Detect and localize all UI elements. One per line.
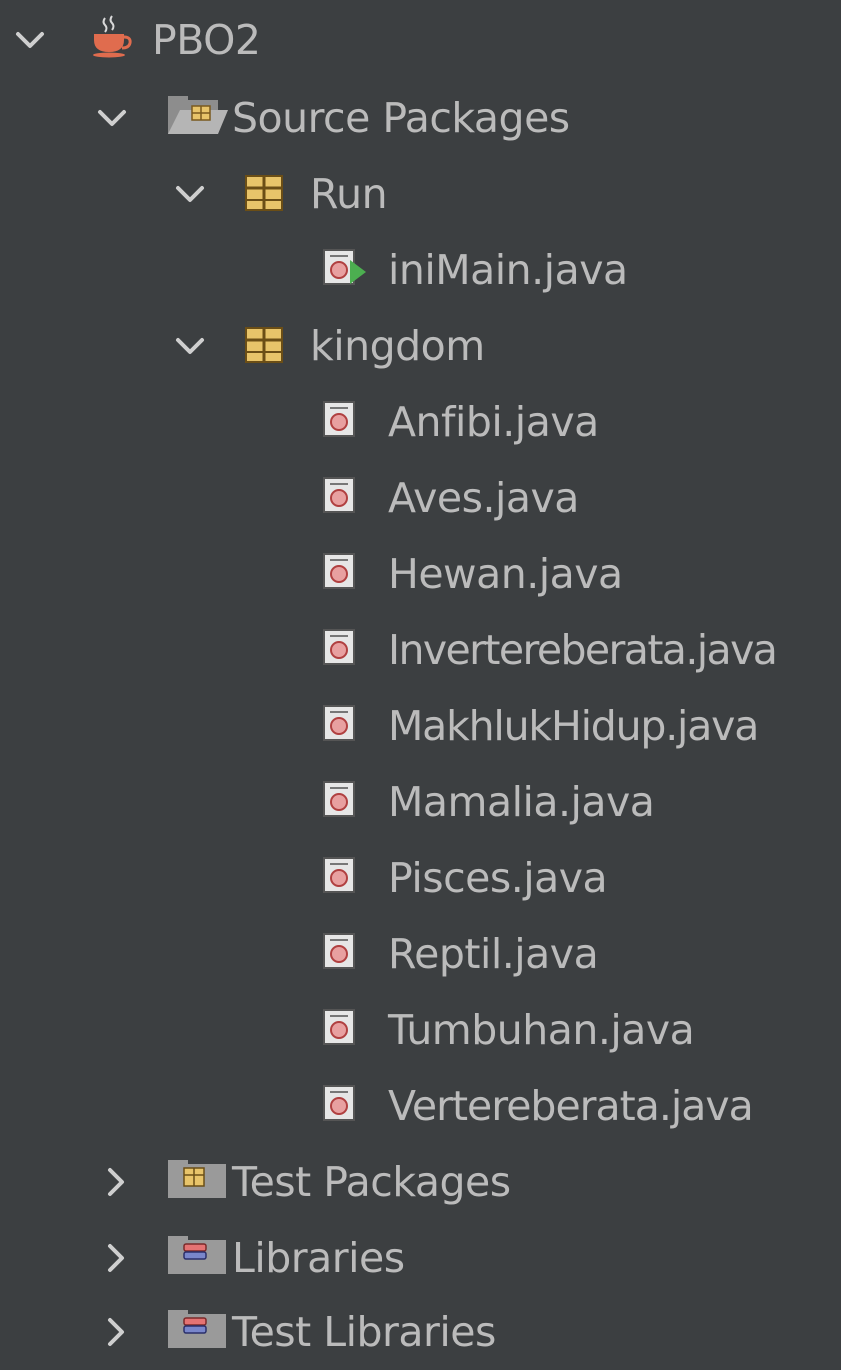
tree-node-file[interactable]: Tumbuhan.java bbox=[0, 992, 841, 1068]
java-class-file-icon bbox=[323, 1085, 355, 1121]
file-label: Aves.java bbox=[388, 474, 579, 522]
tree-node-file[interactable]: MakhlukHidup.java bbox=[0, 688, 841, 764]
file-label: Anfibi.java bbox=[388, 398, 599, 446]
java-class-file-icon bbox=[323, 553, 355, 589]
tree-node-package-run[interactable]: Run bbox=[0, 156, 841, 232]
tree-node-test-libraries[interactable]: Test Libraries bbox=[0, 1294, 841, 1370]
project-name: PBO2 bbox=[152, 16, 261, 64]
file-label: Tumbuhan.java bbox=[388, 1006, 695, 1054]
test-packages-folder-icon bbox=[168, 1160, 226, 1198]
java-class-file-icon bbox=[323, 401, 355, 437]
tree-node-file[interactable]: Hewan.java bbox=[0, 536, 841, 612]
java-class-file-icon bbox=[323, 1009, 355, 1045]
source-packages-folder-icon bbox=[168, 96, 228, 134]
java-coffee-cup-icon bbox=[93, 15, 132, 58]
package-icon bbox=[245, 175, 283, 211]
tree-node-file[interactable]: Reptil.java bbox=[0, 916, 841, 992]
package-icon bbox=[245, 327, 283, 363]
libraries-folder-icon bbox=[168, 1236, 226, 1274]
java-main-class-icon bbox=[323, 249, 366, 285]
tree-node-file[interactable]: Invertereberata.java bbox=[0, 612, 841, 688]
tree-node-file[interactable]: Anfibi.java bbox=[0, 384, 841, 460]
libraries-label: Libraries bbox=[232, 1234, 405, 1282]
chevron-down-icon[interactable] bbox=[14, 24, 46, 56]
chevron-right-icon[interactable] bbox=[100, 1242, 132, 1274]
java-class-file-icon bbox=[323, 477, 355, 513]
tree-node-file[interactable]: Vertereberata.java bbox=[0, 1068, 841, 1144]
tree-node-test-packages[interactable]: Test Packages bbox=[0, 1144, 841, 1220]
file-label: iniMain.java bbox=[388, 246, 628, 294]
test-packages-label: Test Packages bbox=[232, 1158, 511, 1206]
java-class-file-icon bbox=[323, 705, 355, 741]
test-libraries-label: Test Libraries bbox=[232, 1308, 496, 1356]
file-label: Mamalia.java bbox=[388, 778, 655, 826]
chevron-down-icon[interactable] bbox=[96, 102, 128, 134]
file-label: Invertereberata.java bbox=[388, 626, 778, 674]
tree-node-package-kingdom[interactable]: kingdom bbox=[0, 308, 841, 384]
test-libraries-folder-icon bbox=[168, 1310, 226, 1348]
tree-node-file[interactable]: Mamalia.java bbox=[0, 764, 841, 840]
java-class-file-icon bbox=[323, 629, 355, 665]
package-label: Run bbox=[310, 170, 388, 218]
source-packages-label: Source Packages bbox=[232, 94, 570, 142]
chevron-right-icon[interactable] bbox=[100, 1166, 132, 1198]
file-label: Vertereberata.java bbox=[388, 1082, 754, 1130]
package-label: kingdom bbox=[310, 322, 485, 370]
tree-node-file[interactable]: Pisces.java bbox=[0, 840, 841, 916]
project-tree: PBO2 Source Packages Run iniMain.java ki… bbox=[0, 0, 841, 1370]
java-class-file-icon bbox=[323, 933, 355, 969]
tree-node-file-inimain[interactable]: iniMain.java bbox=[0, 232, 841, 308]
tree-node-project[interactable]: PBO2 bbox=[0, 2, 841, 78]
chevron-right-icon[interactable] bbox=[100, 1316, 132, 1348]
tree-node-source-packages[interactable]: Source Packages bbox=[0, 80, 841, 156]
file-label: Pisces.java bbox=[388, 854, 608, 902]
chevron-down-icon[interactable] bbox=[174, 178, 206, 210]
java-class-file-icon bbox=[323, 857, 355, 893]
chevron-down-icon[interactable] bbox=[174, 330, 206, 362]
file-label: MakhlukHidup.java bbox=[388, 702, 759, 750]
tree-node-file[interactable]: Aves.java bbox=[0, 460, 841, 536]
file-label: Hewan.java bbox=[388, 550, 623, 598]
java-class-file-icon bbox=[323, 781, 355, 817]
tree-node-libraries[interactable]: Libraries bbox=[0, 1220, 841, 1296]
file-label: Reptil.java bbox=[388, 930, 599, 978]
